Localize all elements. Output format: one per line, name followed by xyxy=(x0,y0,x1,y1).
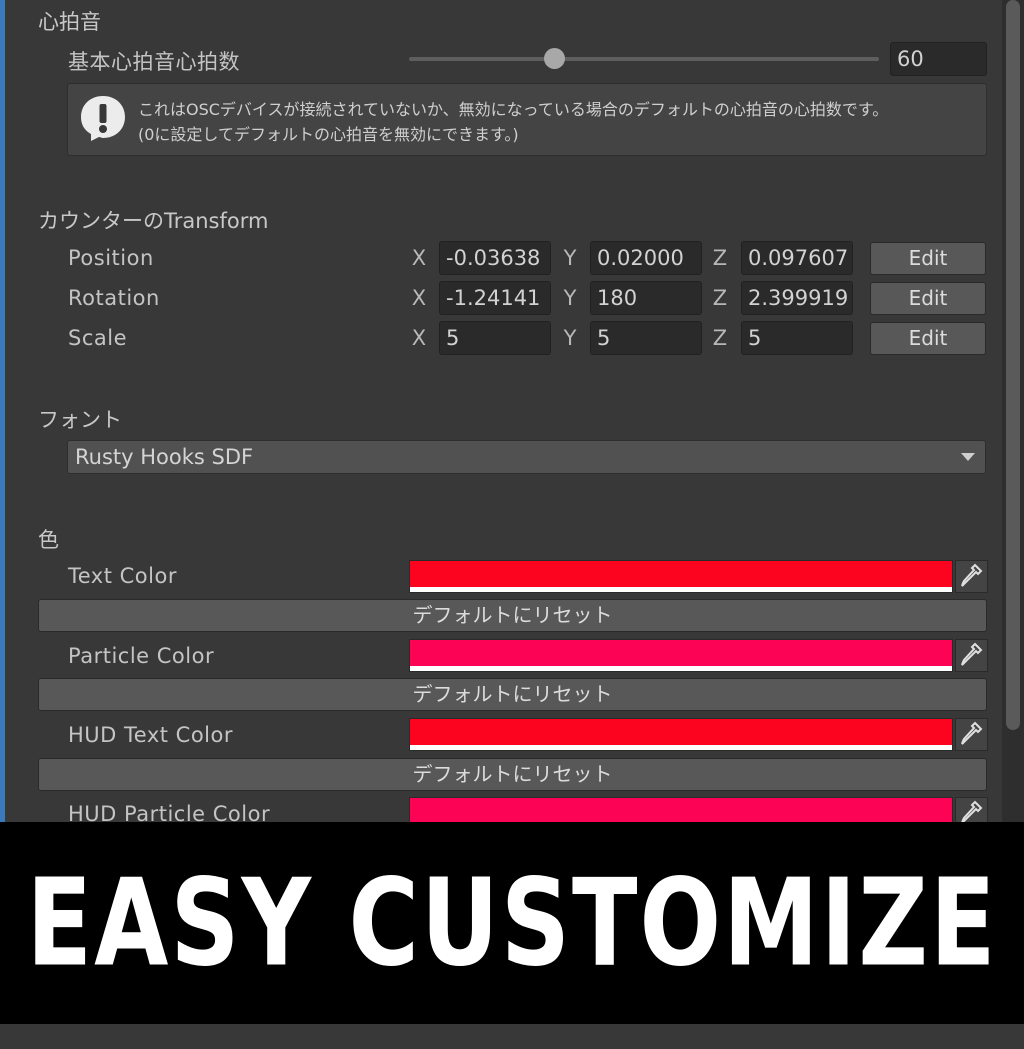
transform-section-title: カウンターのTransform xyxy=(38,209,269,233)
rotation-z-axis-label: Z xyxy=(712,286,728,310)
position-y-field[interactable]: 0.02000 xyxy=(590,241,702,275)
heartbeat-section-title: 心拍音 xyxy=(38,10,101,34)
hud-text-color-swatch xyxy=(410,719,952,745)
position-y-axis-label: Y xyxy=(563,246,577,270)
hud-text-color-eyedropper-button[interactable] xyxy=(955,718,988,751)
hud-text-color-reset-button[interactable]: デフォルトにリセット xyxy=(38,758,987,791)
particle-color-label: Particle Color xyxy=(68,644,215,668)
particle-color-swatch xyxy=(410,640,952,666)
rotation-x-field[interactable]: -1.24141 xyxy=(439,281,551,315)
scale-x-axis-label: X xyxy=(411,326,427,350)
font-section-title: フォント xyxy=(38,408,122,432)
position-x-field[interactable]: -0.03638 xyxy=(439,241,551,275)
position-label: Position xyxy=(68,246,154,270)
position-z-field[interactable]: 0.097607 xyxy=(741,241,853,275)
position-edit-button[interactable]: Edit xyxy=(870,242,986,275)
scale-x-field[interactable]: 5 xyxy=(439,321,551,355)
warning-bubble-icon xyxy=(81,96,125,141)
scale-edit-button[interactable]: Edit xyxy=(870,322,986,355)
position-z-axis-label: Z xyxy=(712,246,728,270)
rotation-y-axis-label: Y xyxy=(563,286,577,310)
scale-label: Scale xyxy=(68,326,127,350)
eyedropper-icon xyxy=(961,563,983,587)
rotation-edit-button[interactable]: Edit xyxy=(870,282,986,315)
help-text-line-2: (0に設定してデフォルトの心拍音を無効にできます。) xyxy=(138,125,519,144)
color-section-title: 色 xyxy=(38,528,59,552)
scale-z-axis-label: Z xyxy=(712,326,728,350)
particle-color-reset-button[interactable]: デフォルトにリセット xyxy=(38,678,987,711)
particle-color-field[interactable] xyxy=(409,639,953,672)
caption-text: EASY CUSTOMIZE xyxy=(26,853,998,993)
font-dropdown-value: Rusty Hooks SDF xyxy=(75,445,254,469)
particle-color-alpha-bar xyxy=(410,666,952,671)
eyedropper-icon xyxy=(961,721,983,745)
chevron-down-icon xyxy=(961,453,975,461)
rotation-label: Rotation xyxy=(68,286,160,310)
text-color-reset-button[interactable]: デフォルトにリセット xyxy=(38,599,987,632)
base-heartbeat-label: 基本心拍音心拍数 xyxy=(68,50,240,74)
scale-y-field[interactable]: 5 xyxy=(590,321,702,355)
text-color-eyedropper-button[interactable] xyxy=(955,560,988,593)
text-color-label: Text Color xyxy=(68,564,177,588)
scrollbar-thumb[interactable] xyxy=(1006,0,1020,730)
help-text-line-1: これはOSCデバイスが接続されていないか、無効になっている場合のデフォルトの心拍… xyxy=(138,100,889,119)
hud-text-color-field[interactable] xyxy=(409,718,953,751)
text-color-alpha-bar xyxy=(410,587,952,592)
particle-color-eyedropper-button[interactable] xyxy=(955,639,988,672)
scale-z-field[interactable]: 5 xyxy=(741,321,853,355)
heartbeat-slider-handle[interactable] xyxy=(544,48,566,69)
heartbeat-slider-track[interactable] xyxy=(409,57,879,61)
heartbeat-value-field[interactable]: 60 xyxy=(890,42,987,76)
rotation-x-axis-label: X xyxy=(411,286,427,310)
selection-accent-bar xyxy=(0,0,5,822)
position-x-axis-label: X xyxy=(411,246,427,270)
text-color-field[interactable] xyxy=(409,560,953,593)
text-color-swatch xyxy=(410,561,952,587)
eyedropper-icon xyxy=(961,642,983,666)
hud-text-color-alpha-bar xyxy=(410,745,952,750)
rotation-y-field[interactable]: 180 xyxy=(590,281,702,315)
hud-text-color-label: HUD Text Color xyxy=(68,723,233,747)
scale-y-axis-label: Y xyxy=(563,326,577,350)
rotation-z-field[interactable]: 2.399919 xyxy=(741,281,853,315)
